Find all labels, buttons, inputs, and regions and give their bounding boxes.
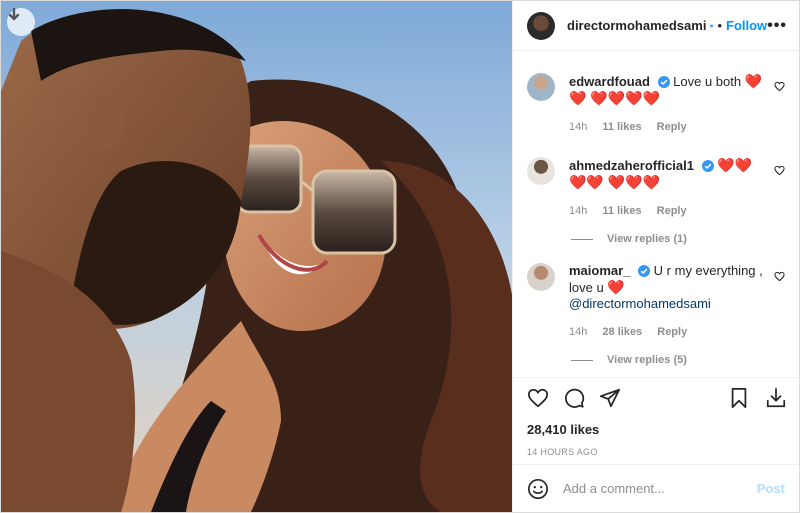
comment-body: ahmedzaherofficial1 ❤️❤️❤️❤️ ❤️❤️❤️ 14h …: [569, 157, 769, 219]
post-button[interactable]: Post: [757, 481, 785, 496]
verified-badge-icon: [701, 160, 714, 172]
comment-item: edwardfouad Love u both ❤️❤️ ❤️❤️❤️❤️ 14…: [527, 73, 799, 135]
comment-meta: 14h 11 likes Reply: [569, 119, 769, 135]
emoji-icon[interactable]: [527, 478, 549, 500]
post-age[interactable]: 14 HOURS AGO: [527, 447, 787, 457]
commenter-avatar[interactable]: [527, 263, 555, 291]
view-replies-button[interactable]: View replies (5): [571, 354, 799, 366]
reply-button[interactable]: Reply: [657, 205, 687, 217]
post-actions: 28,410 likes 14 HOURS AGO: [513, 377, 799, 467]
reply-button[interactable]: Reply: [657, 121, 687, 133]
comment-likes[interactable]: 11 likes: [602, 205, 641, 217]
comment-meta: 14h 28 likes Reply: [569, 324, 769, 340]
post-photo[interactable]: [1, 1, 512, 512]
download-icon: [8, 8, 20, 21]
post-side-panel: directormohamedsami • Follow ••• edwardf…: [512, 1, 799, 512]
save-download-icon[interactable]: [765, 387, 787, 409]
comment-likes[interactable]: 28 likes: [602, 326, 642, 338]
comment-time[interactable]: 14h: [569, 121, 587, 133]
comment-body: maiomar_ U r my everything , love u ❤️ @…: [569, 263, 769, 340]
comment-username[interactable]: ahmedzaherofficial1: [569, 158, 694, 173]
more-options-icon[interactable]: •••: [767, 17, 787, 35]
follow-button[interactable]: Follow: [726, 18, 767, 33]
heart-emoji: ❤️: [607, 279, 625, 295]
heart-icon[interactable]: [774, 81, 785, 92]
comment-input[interactable]: [561, 480, 757, 497]
comment-mention[interactable]: @directormohamedsami: [569, 296, 711, 311]
verified-badge-icon: [657, 76, 670, 88]
comment-icon[interactable]: [563, 387, 585, 409]
heart-icon[interactable]: [527, 387, 549, 409]
comment-username[interactable]: maiomar_: [569, 263, 630, 278]
heart-icon[interactable]: [774, 165, 785, 176]
heart-icon[interactable]: [774, 271, 785, 282]
action-bar: [527, 386, 787, 410]
author-avatar[interactable]: [527, 11, 555, 40]
comment-item: ahmedzaherofficial1 ❤️❤️❤️❤️ ❤️❤️❤️ 14h …: [527, 157, 799, 219]
reply-button[interactable]: Reply: [657, 326, 687, 338]
comment-text: Love u both: [673, 74, 742, 89]
author-username[interactable]: directormohamedsami: [567, 18, 706, 33]
action-bar-right: [713, 387, 787, 409]
comment-username[interactable]: edwardfouad: [569, 74, 650, 89]
post-header: directormohamedsami • Follow •••: [513, 1, 799, 51]
verified-badge-icon: [638, 265, 651, 277]
comment-composer: Post: [513, 464, 799, 512]
comment-item: maiomar_ U r my everything , love u ❤️ @…: [527, 263, 799, 340]
post-viewer: directormohamedsami • Follow ••• edwardf…: [0, 0, 800, 513]
comment-meta: 14h 11 likes Reply: [569, 203, 769, 219]
likes-count[interactable]: 28,410 likes: [527, 422, 787, 437]
download-button[interactable]: [7, 8, 35, 36]
verified-badge-icon: [710, 23, 714, 28]
view-replies-button[interactable]: View replies (1): [571, 233, 799, 245]
bookmark-icon[interactable]: [729, 387, 749, 409]
share-icon[interactable]: [599, 387, 621, 409]
comment-likes[interactable]: 11 likes: [602, 121, 641, 133]
comment-body: edwardfouad Love u both ❤️❤️ ❤️❤️❤️❤️ 14…: [569, 73, 769, 135]
separator-dot: •: [717, 18, 723, 33]
comment-time[interactable]: 14h: [569, 205, 587, 217]
comment-time[interactable]: 14h: [569, 326, 587, 338]
commenter-avatar[interactable]: [527, 73, 555, 101]
photo-illustration: [1, 1, 512, 512]
commenter-avatar[interactable]: [527, 157, 555, 185]
